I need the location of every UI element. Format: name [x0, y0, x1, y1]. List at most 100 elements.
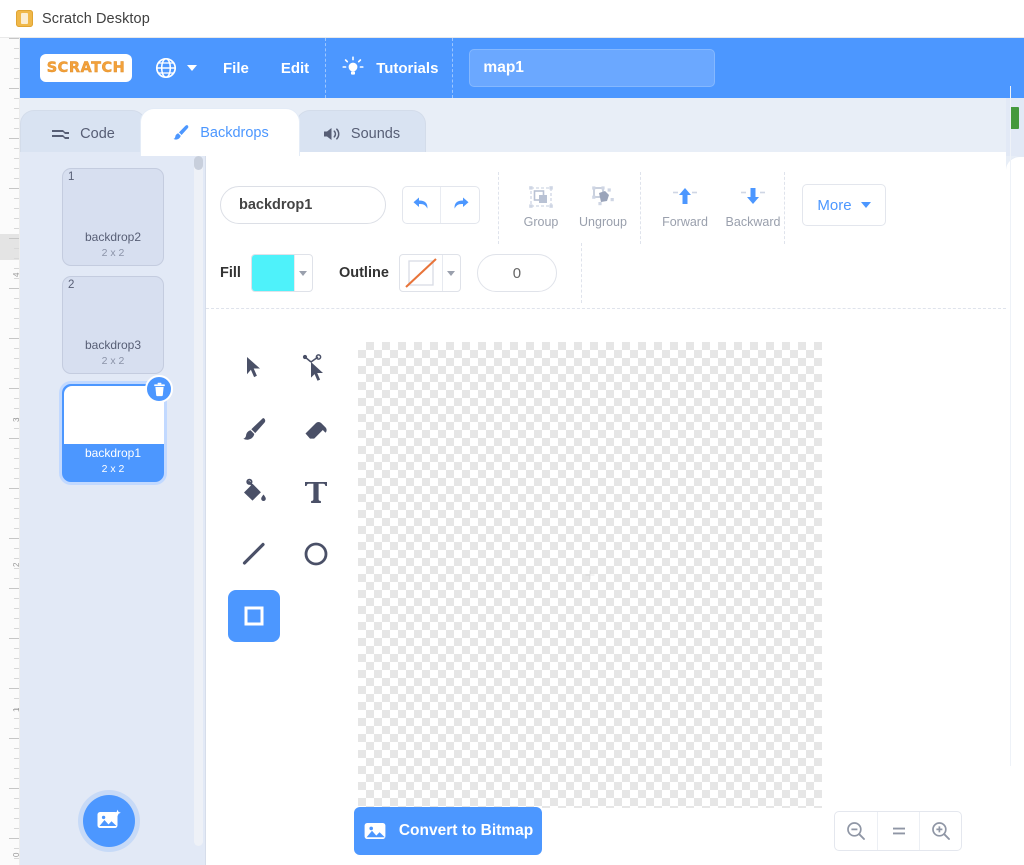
file-menu[interactable]: File	[207, 38, 265, 98]
reshape-node-icon	[302, 354, 323, 381]
ungroup-button[interactable]: Ungroup	[568, 176, 638, 238]
ruler-tick	[9, 188, 19, 189]
ruler-tick	[14, 648, 19, 649]
ruler-tick	[14, 108, 19, 109]
stage-header-strip	[1006, 98, 1024, 156]
ruler-tick	[14, 528, 19, 529]
language-selector[interactable]	[132, 56, 207, 80]
backdrop-name: backdrop1	[84, 446, 142, 460]
backdrop-list-scrollbar[interactable]	[194, 156, 203, 846]
convert-to-bitmap-button[interactable]: Convert to Bitmap	[354, 807, 542, 855]
backdrop-thumbnail	[64, 278, 164, 336]
toolbar-divider-3	[784, 172, 785, 244]
ruler-tick	[14, 168, 19, 169]
ruler-tick	[14, 598, 19, 599]
chevron-down-icon	[447, 270, 456, 276]
equals-icon	[892, 827, 905, 835]
ruler-tick	[14, 478, 19, 479]
more-button[interactable]: More	[802, 184, 886, 226]
ruler-tick	[14, 218, 19, 219]
ruler-tick	[14, 228, 19, 229]
drawing-canvas[interactable]	[358, 342, 822, 808]
tab-code[interactable]: Code	[20, 110, 146, 156]
ruler-tick	[14, 68, 19, 69]
tool-brush[interactable]	[228, 404, 280, 456]
scratch-logo-text: SCRATCH	[46, 60, 126, 76]
ruler-tick	[14, 318, 19, 319]
backdrop-list-item[interactable]: 2 backdrop3 2 x 2	[62, 276, 164, 374]
group-button[interactable]: Group	[506, 176, 576, 238]
arrow-cursor-icon	[247, 357, 260, 378]
backdrop-list-item[interactable]: 3 backdrop1 2 x 2	[62, 375, 173, 482]
ruler-tick	[14, 268, 19, 269]
ruler-tick	[9, 738, 19, 739]
tab-backdrops-label: Backdrops	[200, 124, 269, 141]
ruler-tick	[14, 398, 19, 399]
ruler-tick	[9, 88, 19, 89]
backdrop-thumbnail	[64, 170, 164, 228]
ruler-tick	[14, 808, 19, 809]
green-flag-icon[interactable]	[1010, 107, 1019, 129]
tool-select[interactable]	[228, 342, 280, 394]
backward-button[interactable]: Backward	[718, 176, 788, 238]
ruler-tick	[14, 178, 19, 179]
ruler-tick	[14, 508, 19, 509]
fill-caret	[293, 255, 312, 291]
zoom-in-button[interactable]	[919, 812, 961, 850]
scrollbar-thumb[interactable]	[194, 156, 203, 170]
stroke-width-input[interactable]: 0	[476, 254, 557, 292]
tab-sounds[interactable]: Sounds	[296, 110, 426, 156]
window-titlebar: Scratch Desktop	[0, 0, 1024, 38]
ruler-tick	[9, 588, 19, 589]
tool-circle[interactable]	[290, 528, 342, 580]
menu-bar: SCRATCH File Edit Tutorials map1	[20, 38, 1024, 98]
tool-fill[interactable]	[228, 466, 280, 518]
paint-bottom-bar: Convert to Bitmap	[206, 797, 1006, 865]
paint-bucket-icon	[244, 478, 266, 501]
ruler-tick	[14, 798, 19, 799]
ruler-tick	[14, 558, 19, 559]
project-name-input[interactable]: map1	[469, 49, 716, 87]
tool-text[interactable]	[290, 466, 342, 518]
ruler-tick	[14, 348, 19, 349]
backdrop-list-item[interactable]: 1 backdrop2 2 x 2	[62, 168, 164, 266]
ruler-number: 1	[11, 707, 20, 712]
ruler-tick	[9, 688, 19, 689]
scratch-app-icon	[16, 10, 33, 27]
undo-button[interactable]	[403, 187, 442, 223]
rectangle-icon	[244, 606, 264, 626]
text-t-icon	[305, 482, 327, 503]
tool-eraser[interactable]	[290, 404, 342, 456]
ruler-tick	[14, 628, 19, 629]
forward-button[interactable]: Forward	[650, 176, 720, 238]
magnifier-minus-icon	[847, 822, 865, 840]
redo-button[interactable]	[441, 187, 479, 223]
add-backdrop-button[interactable]	[83, 795, 135, 847]
ruler-tick	[14, 458, 19, 459]
ruler-tick	[14, 448, 19, 449]
tool-line[interactable]	[228, 528, 280, 580]
ruler-tick	[14, 428, 19, 429]
scratch-logo[interactable]: SCRATCH	[40, 54, 132, 82]
outline-color-selector[interactable]	[398, 254, 461, 292]
zoom-reset-button[interactable]	[877, 812, 919, 850]
fill-color-selector[interactable]	[250, 254, 313, 292]
costume-name-input[interactable]: backdrop1	[220, 186, 386, 224]
speaker-icon	[323, 127, 340, 140]
tab-backdrops[interactable]: Backdrops	[140, 108, 300, 156]
edit-menu[interactable]: Edit	[265, 38, 325, 98]
forward-label: Forward	[662, 215, 708, 229]
delete-backdrop-button[interactable]	[145, 375, 173, 403]
paint-toolbar: backdrop1 Group Ungroup Forward Backward…	[206, 152, 1006, 309]
ruler-tick	[14, 698, 19, 699]
edge-divider	[1010, 86, 1011, 766]
zoom-out-button[interactable]	[835, 812, 877, 850]
tool-rectangle[interactable]	[228, 590, 280, 642]
tool-reshape[interactable]	[290, 342, 342, 394]
paintbrush-icon	[173, 124, 189, 140]
group-label: Group	[523, 215, 559, 229]
undo-redo-group	[402, 186, 480, 224]
chevron-down-icon	[860, 202, 871, 208]
code-blocks-icon	[52, 129, 70, 139]
tutorials-button[interactable]: Tutorials	[326, 38, 452, 98]
